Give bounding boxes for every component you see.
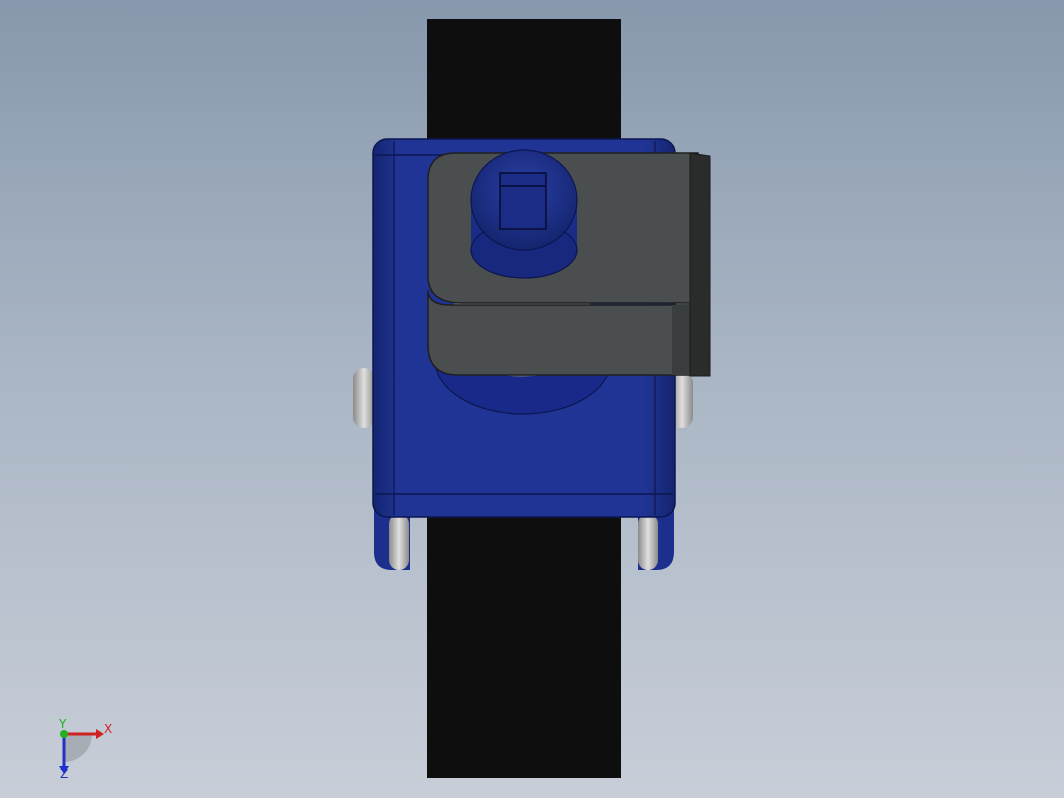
left-leg-pin [389,514,409,570]
cad-model[interactable] [0,0,1064,798]
triad-x-label: X [104,722,112,736]
clamp-side-lip[interactable] [689,152,711,377]
right-leg-pin [638,514,658,570]
left-pin[interactable] [353,368,375,428]
triad-background-arc [64,734,92,762]
clamp-lower-edge [672,305,690,375]
strap-top[interactable] [427,19,621,144]
graphics-viewport[interactable]: X Y Z [0,0,1064,798]
triad-z-label: Z [60,767,68,781]
triad-y-dot [60,730,68,738]
coordinate-triad: X Y Z [58,717,112,781]
strap-bottom[interactable] [427,514,621,778]
triad-y-label: Y [58,717,67,731]
knob-square-socket[interactable] [499,172,547,230]
triad-x-arrow [96,729,104,739]
